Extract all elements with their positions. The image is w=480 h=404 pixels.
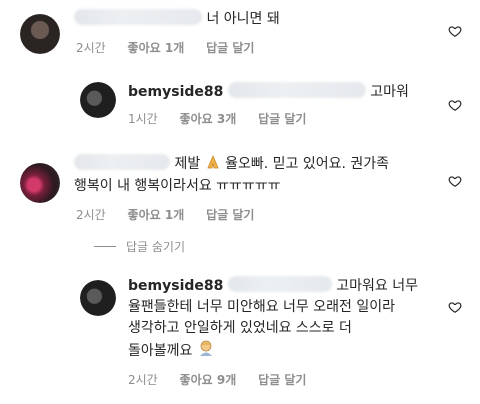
blurred-mention	[227, 276, 332, 292]
reply-button[interactable]: 답글 달기	[258, 112, 306, 126]
comment-text-line: 생각하고 안일하게 있었네요 스스로 더	[128, 320, 352, 336]
reply-button[interactable]: 답글 달기	[206, 208, 254, 222]
timestamp: 2시간	[76, 41, 106, 55]
likes-count[interactable]: 좋아요 1개	[128, 41, 185, 55]
comment-text-line: bemyside88 고마워	[128, 82, 409, 100]
comment-1: 너 아니면 돼 2시간 좋아요 1개 답글 달기	[0, 0, 480, 62]
comment-meta: 1시간 좋아요 3개 답글 달기	[128, 110, 324, 127]
likes-count[interactable]: 좋아요 9개	[180, 373, 237, 387]
comment-4: bemyside88 고마워요 너무 율팬들한테 너무 미안해요 너무 오래전 …	[0, 268, 480, 404]
person-emoji	[197, 339, 215, 363]
likes-count[interactable]: 좋아요 3개	[180, 112, 237, 126]
blurred-mention	[227, 82, 366, 98]
timestamp: 2시간	[128, 373, 158, 387]
timestamp: 2시간	[76, 208, 106, 222]
divider	[94, 246, 116, 247]
blurred-username	[74, 9, 202, 25]
reply-button[interactable]: 답글 달기	[258, 373, 306, 387]
reply-button[interactable]: 답글 달기	[206, 41, 254, 55]
blurred-username	[74, 154, 170, 170]
username[interactable]: bemyside88	[128, 84, 223, 100]
avatar[interactable]	[20, 163, 60, 203]
avatar[interactable]	[20, 14, 60, 54]
heart-outline-icon[interactable]	[448, 174, 462, 188]
username[interactable]: bemyside88	[128, 278, 223, 294]
comment-text-line: 돌아볼께요	[128, 339, 215, 363]
comment-text-line: 너 아니면 돼	[74, 9, 280, 29]
comment-text-line: bemyside88 고마워요 너무	[128, 276, 419, 294]
heart-outline-icon[interactable]	[448, 24, 462, 38]
timestamp: 1시간	[128, 112, 158, 126]
comment-text-line: 행복이 내 행복이라서요 ㅠㅠㅠㅠㅠ	[74, 178, 281, 194]
comment-2: bemyside88 고마워 1시간 좋아요 3개 답글 달기	[0, 70, 480, 130]
comment-meta: 2시간 좋아요 1개 답글 달기	[76, 206, 272, 223]
avatar[interactable]	[80, 280, 116, 316]
folded-hands-emoji	[205, 154, 221, 176]
heart-outline-icon[interactable]	[448, 300, 462, 314]
comment-meta: 2시간 좋아요 9개 답글 달기	[128, 371, 324, 388]
comment-text-line: 제발 율오빠. 믿고 있어요. 권가족	[74, 154, 389, 176]
comment-3: 제발 율오빠. 믿고 있어요. 권가족 행복이 내 행복이라서요 ㅠㅠㅠㅠㅠ 2…	[0, 140, 480, 230]
heart-outline-icon[interactable]	[448, 98, 462, 112]
likes-count[interactable]: 좋아요 1개	[128, 208, 185, 222]
comment-meta: 2시간 좋아요 1개 답글 달기	[76, 39, 272, 56]
avatar[interactable]	[80, 82, 116, 118]
comment-text-line: 율팬들한테 너무 미안해요 너무 오래전 일이라	[128, 299, 395, 315]
hide-replies-button[interactable]: 답글 숨기기	[94, 238, 185, 255]
